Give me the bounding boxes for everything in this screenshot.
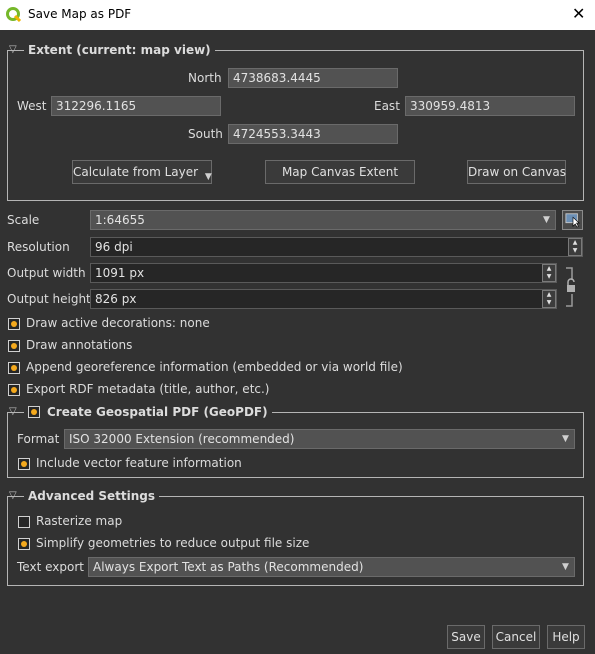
draw-annotations-label: Draw annotations: [26, 338, 133, 352]
spin-up-icon[interactable]: ▲: [569, 239, 581, 247]
title-bar: Save Map as PDF ✕: [0, 0, 595, 30]
extent-legend: Extent (current: map view): [24, 43, 215, 57]
text-export-label: Text export: [17, 560, 84, 574]
window-title: Save Map as PDF: [28, 7, 132, 21]
spin-up-icon[interactable]: ▲: [543, 265, 555, 273]
text-export-dropdown-arrow-icon[interactable]: ▼: [562, 562, 569, 572]
calculate-from-layer-button[interactable]: Calculate from Layer ▼: [72, 160, 212, 184]
draw-decorations-checkbox[interactable]: [8, 318, 20, 330]
create-geopdf-checkbox[interactable]: [28, 406, 40, 418]
spin-down-icon[interactable]: ▼: [543, 299, 555, 307]
scale-label: Scale: [7, 213, 40, 227]
dropdown-arrow-icon: ▼: [204, 172, 212, 182]
collapse-triangle-icon[interactable]: ▽: [9, 44, 17, 55]
spin-down-icon[interactable]: ▼: [543, 273, 555, 281]
north-input[interactable]: 4738683.4445: [228, 68, 398, 88]
south-input[interactable]: 4724553.3443: [228, 124, 398, 144]
draw-decorations-label: Draw active decorations: none: [26, 316, 210, 330]
append-georeference-label: Append georeference information (embedde…: [26, 360, 403, 374]
advanced-legend: Advanced Settings: [24, 489, 160, 503]
west-input[interactable]: 312296.1165: [51, 96, 221, 116]
resolution-spinner[interactable]: ▲ ▼: [568, 238, 582, 256]
spin-down-icon[interactable]: ▼: [569, 247, 581, 255]
help-button[interactable]: Help: [547, 625, 585, 649]
format-combobox[interactable]: ISO 32000 Extension (recommended): [64, 429, 575, 449]
lock-ratio-icon[interactable]: [563, 266, 579, 308]
close-icon[interactable]: ✕: [572, 4, 585, 23]
text-export-combobox[interactable]: Always Export Text as Paths (Recommended…: [88, 557, 575, 577]
include-vector-checkbox[interactable]: [18, 458, 30, 470]
west-label: West: [17, 99, 47, 113]
output-height-spinner[interactable]: ▲ ▼: [542, 290, 556, 308]
geopdf-legend: Create Geospatial PDF (GeoPDF): [43, 405, 272, 419]
output-width-spinner[interactable]: ▲ ▼: [542, 264, 556, 282]
output-height-input[interactable]: 826 px: [90, 289, 557, 309]
text-export-value: Always Export Text as Paths (Recommended…: [93, 560, 364, 574]
north-label: North: [188, 71, 222, 85]
select-scale-from-map-button[interactable]: [562, 210, 583, 230]
spin-up-icon[interactable]: ▲: [543, 291, 555, 299]
draw-annotations-checkbox[interactable]: [8, 340, 20, 352]
east-input[interactable]: 330959.4813: [405, 96, 575, 116]
map-canvas-extent-button[interactable]: Map Canvas Extent: [265, 160, 415, 184]
south-label: South: [188, 127, 223, 141]
save-button[interactable]: Save: [447, 625, 485, 649]
collapse-triangle-icon[interactable]: ▽: [9, 490, 17, 501]
map-pointer-icon: [565, 213, 581, 228]
export-rdf-checkbox[interactable]: [8, 384, 20, 396]
simplify-checkbox[interactable]: [18, 538, 30, 550]
scale-dropdown-arrow-icon[interactable]: ▼: [543, 215, 550, 225]
output-height-label: Output height: [7, 292, 91, 306]
resolution-input[interactable]: 96 dpi: [90, 237, 583, 257]
format-label: Format: [17, 432, 60, 446]
output-width-input[interactable]: 1091 px: [90, 263, 557, 283]
rasterize-checkbox[interactable]: [18, 516, 30, 528]
append-georeference-checkbox[interactable]: [8, 362, 20, 374]
collapse-triangle-icon[interactable]: ▽: [9, 406, 17, 417]
scale-combobox[interactable]: 1:64655: [90, 210, 556, 230]
cancel-button[interactable]: Cancel: [492, 625, 540, 649]
draw-on-canvas-button[interactable]: Draw on Canvas: [467, 160, 566, 184]
resolution-label: Resolution: [7, 240, 70, 254]
export-rdf-label: Export RDF metadata (title, author, etc.…: [26, 382, 270, 396]
simplify-label: Simplify geometries to reduce output fil…: [36, 536, 310, 550]
calculate-from-layer-label: Calculate from Layer: [73, 165, 199, 179]
format-value: ISO 32000 Extension (recommended): [69, 432, 295, 446]
format-dropdown-arrow-icon[interactable]: ▼: [562, 434, 569, 444]
east-label: East: [374, 99, 400, 113]
include-vector-label: Include vector feature information: [36, 456, 242, 470]
scale-value: 1:64655: [95, 213, 145, 227]
rasterize-label: Rasterize map: [36, 514, 123, 528]
qgis-logo-icon: [6, 7, 22, 23]
output-width-label: Output width: [7, 266, 86, 280]
